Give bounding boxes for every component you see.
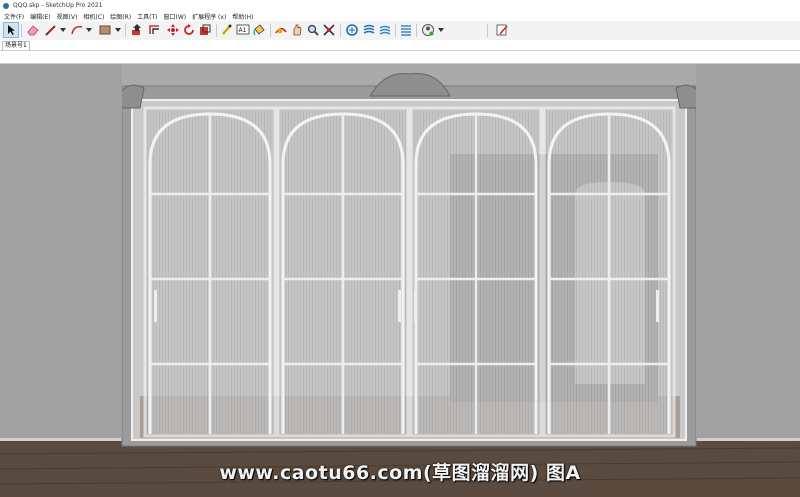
svg-text:A1: A1 [239, 27, 247, 34]
zoom-icon [307, 24, 319, 36]
edit-note-button[interactable] [495, 23, 509, 37]
menu-draw[interactable]: 绘图(R) [110, 12, 131, 21]
scale-icon [200, 24, 211, 35]
rotate-tool-button[interactable] [182, 23, 196, 37]
move-icon [167, 24, 179, 36]
toolbar-separator [21, 24, 22, 37]
shapes-tool-button[interactable] [98, 23, 112, 37]
menu-tools[interactable]: 工具(T) [137, 12, 157, 21]
left-wall-section [0, 64, 122, 438]
toolbar-separator [340, 24, 341, 37]
arc-tool-dropdown-caret[interactable] [86, 28, 92, 32]
menu-bar: 文件(F) 编辑(E) 视图(V) 相机(C) 绘图(R) 工具(T) 窗口(W… [0, 11, 800, 21]
toolbar-separator [416, 24, 417, 37]
layout-icon [379, 25, 391, 35]
profile-button[interactable] [421, 23, 435, 37]
offset-icon [149, 25, 159, 34]
model-viewport[interactable] [0, 64, 800, 497]
text-tool-button[interactable]: A1 [236, 23, 250, 37]
door-panel-1[interactable] [143, 106, 277, 438]
zoom-extents-tool-button[interactable] [322, 23, 336, 37]
orbit-tool-button[interactable] [274, 23, 288, 37]
toolbar-separator [395, 24, 396, 37]
shapes-tool-dropdown-caret[interactable] [115, 28, 121, 32]
arc-tool-button[interactable] [70, 23, 84, 37]
push-pull-icon [132, 24, 141, 35]
door-panel-4[interactable] [542, 106, 676, 438]
toolbar-separator [216, 24, 217, 37]
profile-icon [422, 24, 434, 36]
tape-measure-icon [222, 24, 232, 35]
tape-measure-tool-button[interactable] [220, 23, 234, 37]
eraser-tool-button[interactable] [26, 23, 40, 37]
eraser-icon [27, 25, 39, 36]
left-corner-ornament [119, 84, 145, 109]
menu-edit[interactable]: 编辑(E) [30, 12, 50, 21]
extension-warehouse-icon [363, 24, 375, 34]
sketchup-logo-icon [3, 2, 9, 9]
rectangle-shape-icon [99, 25, 111, 35]
select-arrow-icon [8, 25, 15, 35]
menu-camera[interactable]: 相机(C) [83, 12, 104, 21]
text-icon: A1 [236, 24, 250, 35]
window-title: QQQ.skp - SketchUp Pro 2021 [13, 2, 103, 9]
layout-button[interactable] [378, 23, 392, 37]
pan-icon [293, 24, 302, 36]
toolbar-separator [487, 24, 488, 37]
status-strip [0, 51, 800, 64]
zoom-tool-button[interactable] [306, 23, 320, 37]
watermark-text: www.caotu66.com(草图溜溜网) 图A [219, 462, 581, 484]
scene-tab-1[interactable]: 场景号1 [2, 41, 30, 50]
main-toolbar: A1 [0, 21, 800, 41]
menu-help[interactable]: 帮助(H) [232, 12, 253, 21]
menu-window[interactable]: 窗口(W) [164, 12, 187, 21]
extension-warehouse-button[interactable] [362, 23, 376, 37]
menu-extensions[interactable]: 扩展程序 (x) [192, 12, 226, 21]
title-bar: QQQ.skp - SketchUp Pro 2021 [0, 0, 800, 11]
scene-tabs-bar: 场景号1 [0, 40, 800, 51]
edit-note-icon [496, 24, 508, 36]
offset-tool-button[interactable] [148, 23, 162, 37]
door-panel-2[interactable] [276, 106, 410, 438]
select-tool-button[interactable] [3, 22, 19, 38]
pan-tool-button[interactable] [290, 23, 304, 37]
scale-tool-button[interactable] [198, 23, 212, 37]
line-tool-dropdown-caret[interactable] [60, 28, 66, 32]
profile-dropdown-caret[interactable] [438, 28, 444, 32]
orbit-icon [275, 27, 287, 34]
menu-file[interactable]: 文件(F) [4, 12, 24, 21]
menu-view[interactable]: 视图(V) [57, 12, 78, 21]
move-tool-button[interactable] [166, 23, 180, 37]
zoom-extents-icon [323, 24, 335, 36]
model-canvas[interactable] [0, 64, 800, 497]
toolbar-separator [125, 24, 126, 37]
rotate-icon [184, 24, 194, 35]
door-panel-3[interactable] [409, 106, 543, 438]
extension-manager-icon [401, 25, 411, 36]
warehouse-icon [346, 24, 358, 36]
right-wall-section [696, 64, 800, 438]
extension-manager-button[interactable] [399, 23, 413, 37]
line-tool-button[interactable] [44, 23, 58, 37]
paint-bucket-tool-button[interactable] [252, 23, 266, 37]
pencil-line-icon [45, 25, 56, 36]
toolbar-separator [270, 24, 271, 37]
3d-warehouse-button[interactable] [345, 23, 359, 37]
arc-icon [71, 25, 83, 35]
paint-bucket-icon [253, 24, 265, 36]
push-pull-tool-button[interactable] [130, 23, 144, 37]
